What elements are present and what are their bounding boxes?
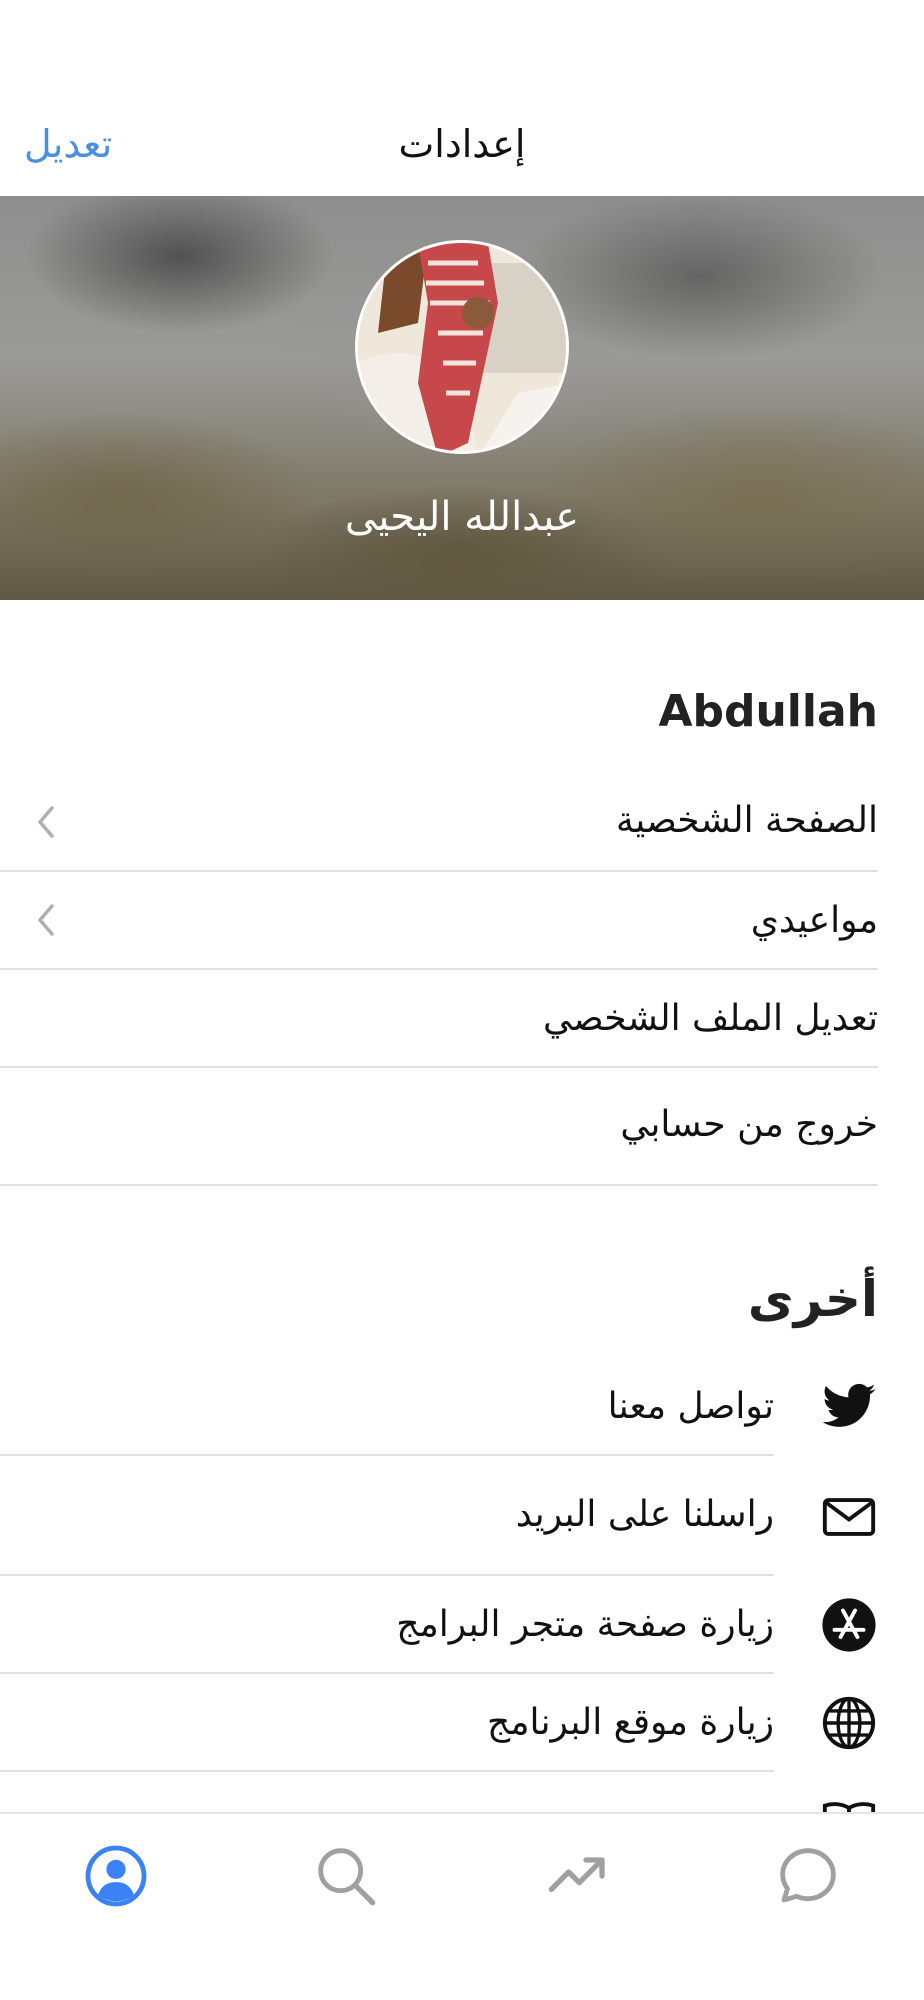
list-item-app-store[interactable]: زيارة صفحة متجر البرامج [0, 1576, 924, 1674]
list-item-logout[interactable]: خروج من حسابي [0, 1068, 924, 1186]
mail-icon [822, 1498, 876, 1536]
page-title: إعدادات [398, 122, 526, 166]
search-icon[interactable] [314, 1844, 378, 1908]
list-item-label: زيارة صفحة متجر البرامج [396, 1604, 774, 1645]
chevron-left-icon [38, 806, 54, 838]
list-item-label: مواعيدي [750, 900, 878, 941]
list-item-contact-us[interactable]: تواصل معنا [0, 1360, 924, 1456]
tab-bar [0, 1812, 924, 2000]
app-store-icon [822, 1598, 876, 1652]
list-item-email-us[interactable]: راسلنا على البريد [0, 1456, 924, 1576]
section-title-account: Abdullah [658, 686, 878, 737]
list-item-website[interactable]: زيارة موقع البرنامج [0, 1674, 924, 1772]
navigation-bar: إعدادات تعديل [0, 0, 924, 196]
globe-icon [822, 1696, 876, 1750]
chat-icon[interactable] [776, 1844, 840, 1908]
list-item-label: خروج من حسابي [620, 1104, 878, 1145]
list-item-appointments[interactable]: مواعيدي [0, 872, 924, 970]
list-item-label: تعديل الملف الشخصي [543, 998, 878, 1039]
list-item-label: تواصل معنا [607, 1386, 774, 1427]
avatar[interactable] [355, 240, 569, 454]
edit-button[interactable]: تعديل [24, 122, 112, 166]
list-item-label: الصفحة الشخصية [615, 800, 878, 841]
tab-profile[interactable] [84, 1844, 148, 1908]
profile-name: عبدالله اليحيى [344, 494, 580, 540]
section-title-other: أخرى [747, 1270, 878, 1328]
twitter-icon [822, 1383, 876, 1427]
profile-header: عبدالله اليحيى [0, 196, 924, 600]
list-item-label: راسلنا على البريد [515, 1494, 774, 1535]
list-item-profile-page[interactable]: الصفحة الشخصية [0, 772, 924, 872]
chevron-left-icon [38, 904, 54, 936]
divider [0, 1184, 878, 1186]
list-item-label: زيارة موقع البرنامج [487, 1702, 774, 1743]
list-item-edit-profile[interactable]: تعديل الملف الشخصي [0, 970, 924, 1068]
trending-icon[interactable] [546, 1844, 610, 1908]
